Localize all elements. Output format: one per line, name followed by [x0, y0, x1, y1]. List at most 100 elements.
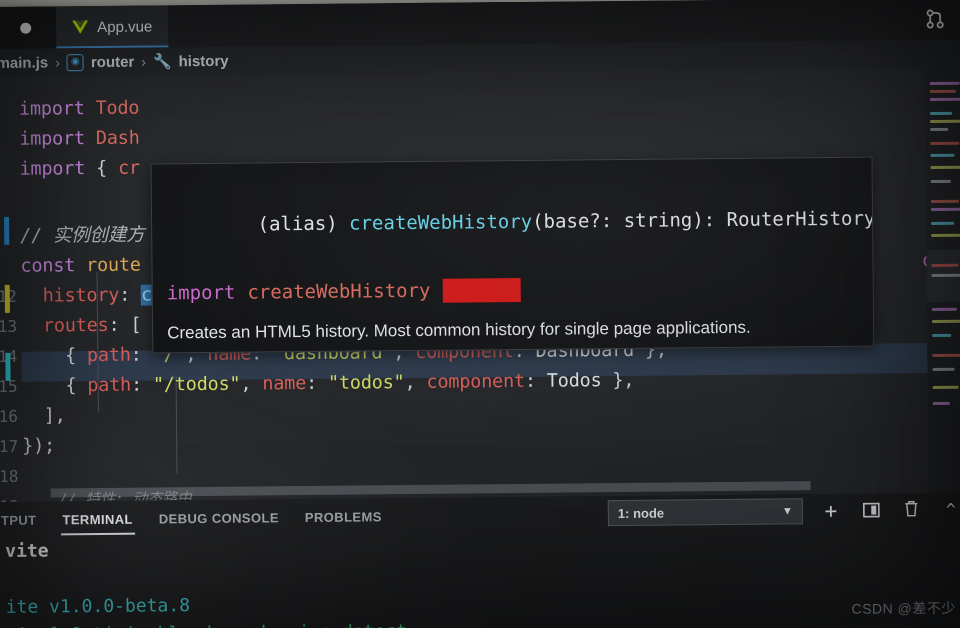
wrench-icon: 🔧	[152, 53, 172, 71]
minimap-line	[932, 385, 959, 390]
code-token: ,	[404, 371, 427, 394]
change-marker-yellow	[4, 284, 10, 313]
new-terminal-button[interactable]: +	[819, 498, 843, 522]
code-line[interactable]: });	[22, 431, 55, 461]
bottom-panel: TPUT TERMINAL DEBUG CONSOLE PROBLEMS 1: nod…	[0, 492, 960, 628]
minimap-line	[932, 353, 960, 358]
minimap-line	[929, 97, 960, 102]
code-line[interactable]: import Todo	[19, 94, 140, 125]
code-token: cr	[117, 157, 141, 179]
panel-tab-problems[interactable]: PROBLEMS	[303, 500, 384, 533]
code-token: :	[119, 284, 142, 306]
redaction-box	[442, 277, 521, 303]
terminal-selector-value: 1: node	[617, 505, 665, 521]
minimap-line	[930, 207, 960, 212]
code-token: : [	[108, 314, 142, 336]
tooltip-signature-params: (base?: string): RouterHistory	[532, 207, 875, 233]
dirty-indicator-icon	[19, 22, 31, 34]
kill-terminal-button[interactable]	[899, 500, 923, 521]
minimap-line	[929, 89, 956, 94]
code-token: component	[426, 370, 526, 393]
editor-tab-label: App.vue	[97, 17, 153, 36]
minimap-line	[930, 179, 951, 184]
minimap-line	[931, 233, 960, 238]
minimap-line	[929, 81, 960, 86]
code-token: const	[20, 255, 87, 277]
code-line[interactable]: import Dash	[19, 124, 140, 155]
panel-tab-tput[interactable]: TPUT	[0, 504, 39, 536]
tooltip-import-keyword: import	[166, 281, 236, 305]
chevron-down-icon: ▼	[781, 505, 793, 518]
panel-tab-terminal[interactable]: TERMINAL	[60, 503, 135, 536]
minimap-line	[932, 319, 960, 324]
change-marker-blue-2	[5, 352, 11, 381]
code-line[interactable]: // 实例创建方	[20, 221, 145, 252]
code-token: name	[262, 373, 307, 395]
tooltip-signature: (alias) createWebHistory(base?: string):…	[166, 168, 875, 277]
code-token: import	[18, 98, 96, 120]
code-token: Todos	[546, 370, 602, 392]
code-token: Dash	[95, 127, 140, 150]
hover-tooltip: (alias) createWebHistory(base?: string):…	[150, 156, 875, 354]
code-line[interactable]: import { cr	[19, 154, 140, 185]
breadcrumb-item-file[interactable]: main.js	[0, 54, 48, 71]
namespace-icon: ◉	[66, 53, 84, 71]
minimap-line	[930, 153, 955, 158]
breadcrumb-item-symbol-router[interactable]: router	[91, 53, 135, 70]
code-token: route	[86, 254, 141, 277]
collapse-panel-button[interactable]: ^	[939, 500, 960, 519]
code-token: });	[22, 435, 56, 457]
vscode-window: App.vue main.js › ◉ router › 🔧 history 1…	[0, 0, 960, 628]
editor-minimap[interactable]	[924, 67, 960, 494]
code-token: {	[21, 345, 88, 367]
vue-logo-icon	[72, 20, 89, 34]
code-token: Todo	[95, 97, 140, 120]
editor-tab-app-vue[interactable]: App.vue	[55, 5, 169, 49]
code-token: routes	[20, 314, 109, 337]
breadcrumb-separator: ›	[55, 54, 60, 71]
code-line[interactable]: const route	[20, 251, 141, 282]
code-token: {	[21, 375, 88, 397]
code-token: path	[86, 344, 131, 367]
minimap-line	[931, 307, 957, 312]
minimap-line	[930, 127, 949, 132]
tab-bar-actions	[922, 0, 960, 40]
code-token: "/todos"	[152, 373, 241, 396]
code-editor[interactable]: 1213141516171819 import Todoimport Dashi…	[0, 67, 960, 502]
breadcrumb-separator-2: ›	[141, 53, 146, 70]
code-line[interactable]: ],	[22, 401, 66, 431]
code-line[interactable]: routes: [	[21, 311, 142, 342]
source-control-icon[interactable]	[922, 6, 948, 32]
watermark: CSDN @差不少	[851, 599, 956, 617]
minimap-line	[930, 119, 960, 124]
panel-tab-debug-console[interactable]: DEBUG CONSOLE	[157, 501, 281, 534]
minimap-line	[932, 333, 952, 338]
code-token: :	[130, 374, 154, 396]
split-terminal-button[interactable]	[859, 500, 883, 521]
code-token: {	[96, 157, 119, 180]
minimap-line	[931, 273, 960, 278]
code-line-19-partial: // 特性: 动态路由	[58, 489, 192, 502]
tooltip-description: Creates an HTML5 history. Most common hi…	[167, 317, 751, 343]
code-token: },	[601, 369, 635, 392]
breadcrumb-item-symbol-history[interactable]: history	[179, 52, 229, 69]
code-token: // 实例创建方	[20, 224, 145, 247]
terminal-output[interactable]: vite ite v1.0.0-beta.8vite] Optimizable …	[0, 529, 960, 628]
tooltip-import-symbol: createWebHistory	[247, 279, 431, 304]
code-token: :	[130, 344, 153, 366]
tooltip-signature-fn: createWebHistory	[349, 210, 533, 235]
minimap-line	[932, 367, 955, 372]
tooltip-signature-alias: (alias)	[257, 212, 350, 236]
minimap-line	[930, 111, 953, 116]
editor-tab-unsaved[interactable]	[0, 6, 57, 49]
code-line[interactable]: { path: "/todos", name: "todos", compone…	[22, 366, 635, 402]
tooltip-import-line: import createWebHistory	[167, 270, 859, 311]
minimap-line	[932, 401, 950, 406]
minimap-line	[931, 263, 959, 268]
panel-actions: 1: node ▼ + ^	[607, 497, 960, 527]
change-marker-blue	[4, 216, 10, 245]
code-token: :	[524, 370, 547, 392]
terminal-selector-dropdown[interactable]: 1: node ▼	[607, 498, 804, 527]
code-token: import	[19, 158, 97, 180]
code-token: ,	[240, 373, 263, 395]
